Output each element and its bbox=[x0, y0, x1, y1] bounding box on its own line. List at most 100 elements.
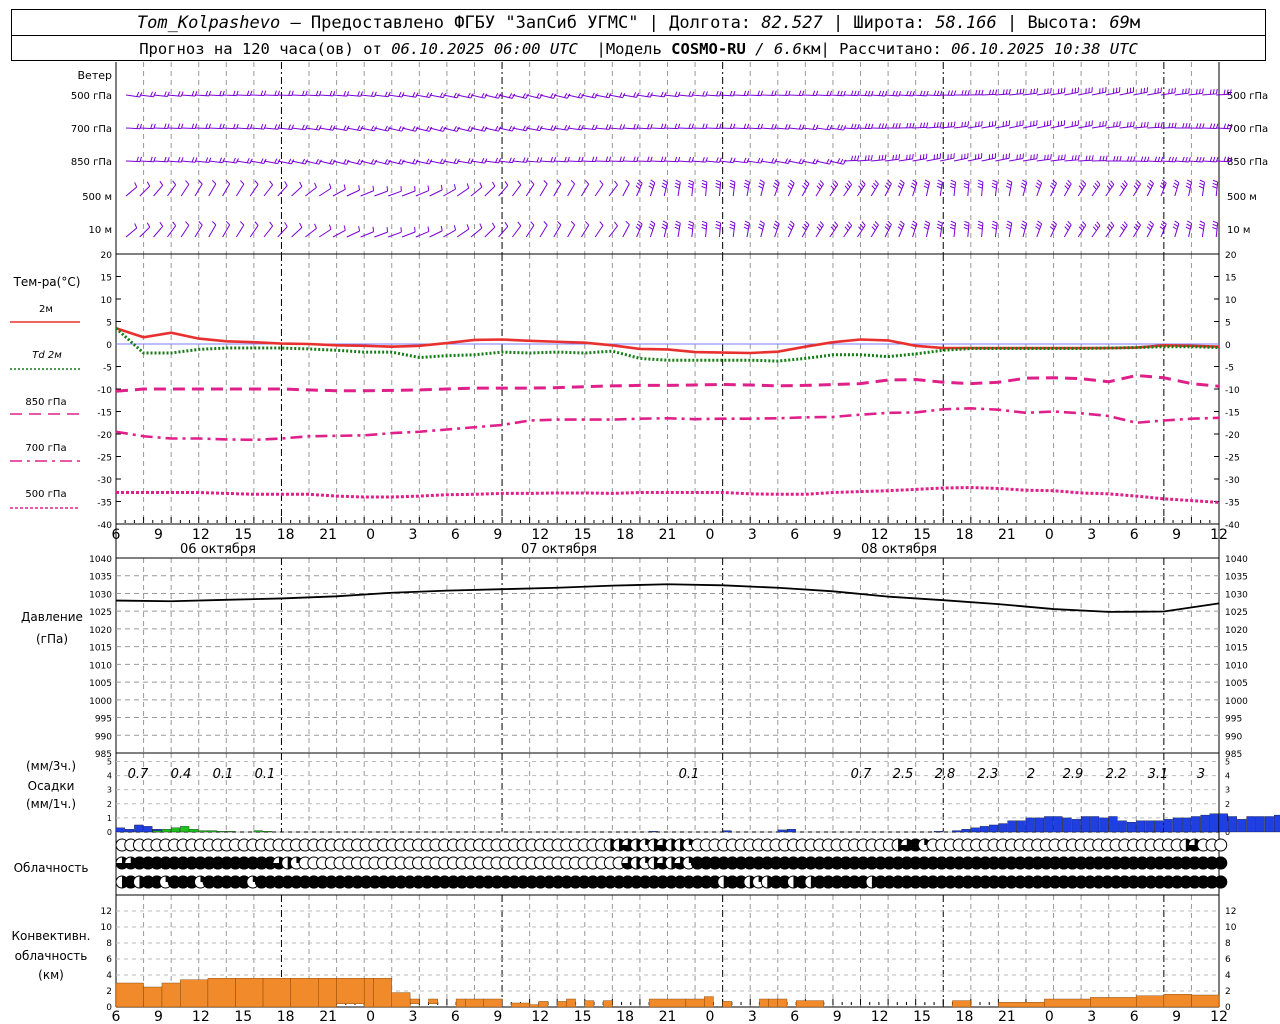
wind-barb-feather bbox=[1044, 88, 1046, 94]
wind-barb-feather bbox=[1157, 122, 1160, 128]
precip-bar-snow bbox=[226, 831, 236, 833]
wind-barb-feather bbox=[591, 156, 595, 162]
wind-barb-feather bbox=[864, 155, 867, 161]
wind-barb-feather bbox=[967, 90, 970, 96]
wind-barb-feather bbox=[163, 91, 167, 97]
wind-barb-feather bbox=[1005, 89, 1008, 95]
wind-barb bbox=[388, 190, 402, 197]
wind-barb-feather bbox=[1185, 156, 1188, 162]
wind-barb-feather bbox=[467, 125, 471, 131]
temp-ytick-label: -25 bbox=[97, 454, 112, 464]
hour-label: 18 bbox=[616, 1009, 634, 1024]
pressure-panel: Давление (гПа) 1040 1040 1035 1035 1030 1030 102… bbox=[21, 555, 1248, 760]
hour-label: 21 bbox=[659, 527, 677, 543]
wind-barb-feather bbox=[605, 156, 609, 162]
convective-bar bbox=[428, 998, 438, 1004]
wind-barb-feather bbox=[829, 125, 833, 131]
wind-barb bbox=[1063, 224, 1072, 238]
precip-ytick-label: 5 bbox=[107, 757, 112, 766]
wind-barb-feather bbox=[854, 90, 857, 96]
wind-barb bbox=[843, 94, 858, 97]
wind-barb bbox=[622, 160, 637, 163]
wind-barb bbox=[539, 160, 555, 163]
wind-barb-feather bbox=[785, 124, 788, 130]
precip-bar-rain bbox=[979, 826, 989, 833]
wind-barb-feather bbox=[1016, 89, 1019, 95]
wind-barb-feather bbox=[274, 124, 278, 130]
pressure-ytick-label-right: 1010 bbox=[1225, 661, 1248, 671]
wind-barb-feather bbox=[1133, 121, 1135, 127]
wind-barb-feather bbox=[1105, 120, 1107, 126]
wind-barb bbox=[1036, 92, 1051, 96]
wind-barb-feather bbox=[284, 181, 288, 186]
wind-barb-feather bbox=[637, 220, 643, 225]
wind-barb bbox=[153, 185, 164, 197]
wind-barb-feather bbox=[798, 90, 802, 96]
precip-3h-sum: 0.1 bbox=[255, 767, 276, 782]
convective-ytick-label: 10 bbox=[101, 923, 113, 933]
wind-barb-feather bbox=[134, 223, 138, 229]
wind-barb-feather bbox=[246, 90, 250, 96]
wind-barb-feather bbox=[254, 221, 259, 226]
wind-barb bbox=[953, 125, 968, 129]
wind-barb-feather bbox=[662, 182, 668, 186]
wind-barb-feather bbox=[933, 122, 936, 128]
wind-barb bbox=[843, 159, 858, 162]
hour-label: 21 bbox=[659, 1009, 677, 1024]
convective-bar bbox=[161, 982, 181, 1008]
wind-barb-feather bbox=[1126, 122, 1129, 128]
wind-barb-feather bbox=[981, 89, 984, 95]
wind-barb bbox=[1078, 91, 1093, 96]
wind-barb-feather bbox=[1116, 121, 1118, 127]
precip-3h-sum: 2.5 bbox=[893, 767, 914, 782]
wind-barb-feather bbox=[1182, 156, 1185, 162]
wind-barb-feather bbox=[647, 123, 650, 129]
wind-barb bbox=[139, 185, 151, 197]
wind-barb-feather bbox=[646, 91, 650, 97]
wind-barb bbox=[1064, 159, 1079, 162]
hour-label: 12 bbox=[192, 1009, 210, 1024]
precip-bar-rain bbox=[998, 823, 1008, 833]
wind-barb-feather bbox=[867, 90, 871, 96]
cloud-symbol bbox=[1214, 856, 1228, 870]
hour-label: 6 bbox=[1130, 1009, 1139, 1024]
precip-bar-rain bbox=[1053, 816, 1063, 833]
wind-barb-feather bbox=[453, 126, 457, 131]
hour-label: 9 bbox=[154, 527, 163, 543]
wind-barb-feather bbox=[1202, 88, 1204, 94]
convective-ytick-label-right: 10 bbox=[1225, 923, 1237, 933]
wind-barb-feather bbox=[584, 221, 590, 226]
wind-barb-feather bbox=[1050, 154, 1052, 160]
wind-level-label-right: 850 гПа bbox=[1227, 157, 1268, 168]
wind-level-label-right: 10 м bbox=[1227, 225, 1250, 236]
wind-barb bbox=[912, 158, 927, 162]
wind-barb-feather bbox=[370, 159, 375, 164]
wind-barb bbox=[553, 160, 568, 163]
wind-barb-feather bbox=[466, 183, 470, 189]
wind-barb-feather bbox=[826, 90, 829, 96]
wind-barb-feather bbox=[819, 221, 824, 226]
wind-barb bbox=[236, 94, 251, 97]
wind-barb-feather bbox=[730, 179, 736, 183]
wind-barb-feather bbox=[198, 180, 203, 185]
wind-barb bbox=[125, 186, 138, 197]
wind-barb-feather bbox=[864, 90, 868, 96]
temp-ytick-label-right: -35 bbox=[1225, 499, 1240, 509]
convective-bar bbox=[373, 978, 392, 1008]
wind-barb-feather bbox=[1209, 123, 1213, 129]
pressure-ytick-label-right: 1000 bbox=[1225, 697, 1248, 707]
wind-barb-feather bbox=[508, 125, 513, 131]
temp-ytick-label: -20 bbox=[97, 431, 112, 441]
wind-barb-feather bbox=[774, 220, 780, 225]
wind-barb-feather bbox=[906, 122, 909, 128]
wind-barb bbox=[884, 94, 900, 97]
wind-barb-feather bbox=[453, 92, 457, 98]
wind-barb-feather bbox=[649, 223, 655, 228]
cloud-title: Облачность bbox=[14, 861, 89, 875]
wind-barb bbox=[608, 127, 623, 130]
wind-barb bbox=[291, 186, 303, 197]
wind-barb-feather bbox=[1005, 185, 1011, 189]
convective-bar bbox=[584, 1000, 595, 1008]
wind-barb-feather bbox=[1171, 156, 1175, 162]
wind-barb-feather bbox=[1123, 180, 1128, 185]
